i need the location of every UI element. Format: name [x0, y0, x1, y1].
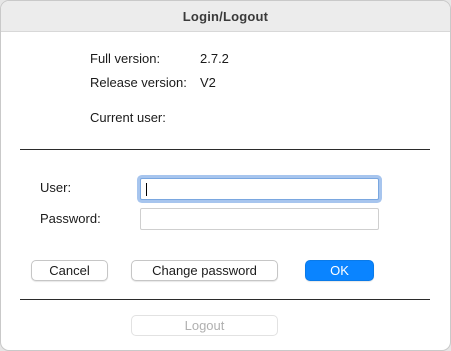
bottom-separator [20, 299, 430, 300]
title-bar[interactable]: Login/Logout [1, 1, 450, 32]
dialog-title: Login/Logout [182, 8, 269, 24]
login-logout-dialog: Login/Logout Full version: 2.7.2 Release… [0, 0, 451, 351]
current-user-label: Current user: [90, 110, 166, 125]
top-separator [20, 149, 430, 150]
cancel-button[interactable]: Cancel [31, 260, 108, 281]
password-label: Password: [40, 211, 101, 226]
change-password-button[interactable]: Change password [131, 260, 278, 281]
logout-button[interactable]: Logout [131, 315, 278, 336]
user-label: User: [40, 180, 72, 195]
ok-button[interactable]: OK [305, 260, 374, 281]
full-version-value: 2.7.2 [200, 51, 229, 66]
password-input[interactable] [140, 208, 379, 230]
release-version-label: Release version: [90, 75, 187, 90]
full-version-label: Full version: [90, 51, 161, 66]
text-caret [146, 183, 147, 196]
user-input[interactable] [140, 178, 379, 200]
release-version-value: V2 [200, 75, 216, 90]
